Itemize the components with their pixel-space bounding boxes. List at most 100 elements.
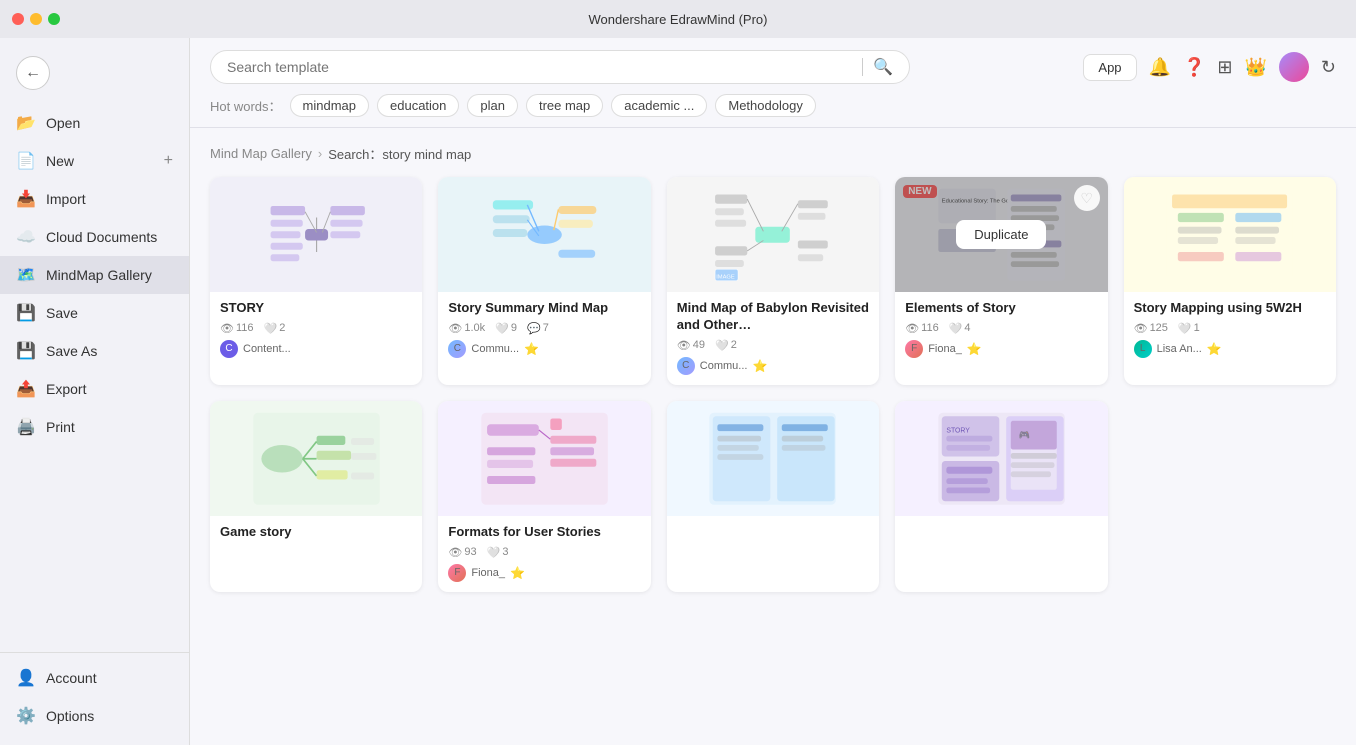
close-btn[interactable] <box>12 13 24 25</box>
author-avatar-5w2h: L <box>1134 340 1152 358</box>
author-avatar-elements: F <box>905 340 923 358</box>
sidebar-label-cloud: Cloud Documents <box>46 229 173 245</box>
sidebar-label-print: Print <box>46 419 173 435</box>
sidebar-item-cloud[interactable]: ☁️ Cloud Documents <box>0 218 189 256</box>
author-name-formats: Fiona_ <box>471 567 505 579</box>
sidebar-label-mindmap-gallery: MindMap Gallery <box>46 267 173 283</box>
sidebar-item-import[interactable]: 📥 Import <box>0 180 189 218</box>
hot-tag-treemap[interactable]: tree map <box>526 94 603 117</box>
card-title-game: Game story <box>220 524 412 541</box>
sidebar-item-print[interactable]: 🖨️ Print <box>0 408 189 446</box>
user-avatar[interactable] <box>1279 52 1309 82</box>
stat-views-story: 👁 116 <box>220 322 254 335</box>
maximize-btn[interactable] <box>48 13 60 25</box>
save-as-icon: 💾 <box>16 341 36 361</box>
formats-thumb-svg <box>449 407 640 511</box>
header-right: App 🔔 ❓ ⊞ 👑 ↻ <box>1083 52 1336 82</box>
content-area: Mind Map Gallery › Search：story mind map <box>190 128 1356 745</box>
author-name-5w2h: Lisa An... <box>1157 343 1202 355</box>
print-icon: 🖨️ <box>16 417 36 437</box>
sidebar-item-export[interactable]: 📤 Export <box>0 370 189 408</box>
card-author-summary: C Commu... ⭐ <box>448 340 640 358</box>
grid-icon[interactable]: ⊞ <box>1217 57 1232 78</box>
sidebar-item-mindmap-gallery[interactable]: 🗺️ MindMap Gallery <box>0 256 189 294</box>
sidebar-item-open[interactable]: 📂 Open <box>0 104 189 142</box>
card-story-summary[interactable]: Story Summary Mind Map 👁 1.0k 🤍 9 💬 7 C … <box>438 177 650 385</box>
search-icon[interactable]: 🔍 <box>873 57 893 77</box>
card-info-formats: Formats for User Stories 👁 93 🤍 3 F Fion… <box>438 516 650 592</box>
search-input[interactable] <box>227 59 852 75</box>
card-thumb-game <box>210 401 422 516</box>
hot-tag-education[interactable]: education <box>377 94 459 117</box>
sidebar-top: ← <box>0 48 189 98</box>
card-stats-formats: 👁 93 🤍 3 <box>448 546 640 559</box>
card-5w2h[interactable]: Story Mapping using 5W2H 👁 125 🤍 1 L Lis… <box>1124 177 1336 385</box>
summary-thumb-svg <box>449 183 640 287</box>
card-stats-5w2h: 👁 125 🤍 1 <box>1134 322 1326 335</box>
babylon-thumb-svg: IMAGE <box>677 183 868 287</box>
card-stats-elements: 👁 116 🤍 4 <box>905 322 1097 335</box>
search-bar: 🔍 <box>210 50 910 84</box>
author-name-summary: Commu... <box>471 343 519 355</box>
author-name-elements: Fiona_ <box>928 343 962 355</box>
sidebar-item-save[interactable]: 💾 Save <box>0 294 189 332</box>
sidebar-label-new: New <box>46 153 154 169</box>
svg-text:STORY: STORY <box>946 427 970 434</box>
stat-views-elements: 👁 116 <box>905 322 939 335</box>
card-title-formats: Formats for User Stories <box>448 524 640 541</box>
card-story[interactable]: STORY 👁 116 🤍 2 C Content... <box>210 177 422 385</box>
card-formats[interactable]: Formats for User Stories 👁 93 🤍 3 F Fion… <box>438 401 650 592</box>
hot-tag-academic[interactable]: academic ... <box>611 94 707 117</box>
card-col2[interactable] <box>667 401 879 592</box>
card-stats-babylon: 👁 49 🤍 2 <box>677 339 869 352</box>
card-title-story: STORY <box>220 300 412 317</box>
col3-thumb-svg: STORY 🎮 <box>906 407 1097 511</box>
card-game-story[interactable]: Game story <box>210 401 422 592</box>
hot-tag-mindmap[interactable]: mindmap <box>290 94 369 117</box>
stat-likes-story: 🤍 2 <box>264 322 286 335</box>
card-col3[interactable]: STORY 🎮 <box>895 401 1107 592</box>
account-icon: 👤 <box>16 668 36 688</box>
author-name-story: Content... <box>243 343 291 355</box>
card-elements[interactable]: NEW Educational Story: The Golden Keys <box>895 177 1107 385</box>
sidebar-item-account[interactable]: 👤 Account <box>0 659 189 697</box>
sidebar-item-options[interactable]: ⚙️ Options <box>0 697 189 735</box>
author-avatar-story: C <box>220 340 238 358</box>
card-title-summary: Story Summary Mind Map <box>448 300 640 317</box>
mindmap-gallery-icon: 🗺️ <box>16 265 36 285</box>
refresh-icon[interactable]: ↻ <box>1321 57 1336 78</box>
hot-tag-methodology[interactable]: Methodology <box>715 94 815 117</box>
sidebar-item-new[interactable]: 📄 New + <box>0 142 189 180</box>
duplicate-button[interactable]: Duplicate <box>956 220 1046 249</box>
gold-badge-summary: ⭐ <box>524 342 539 356</box>
sidebar-label-open: Open <box>46 115 173 131</box>
gold-badge-babylon: ⭐ <box>752 359 767 373</box>
sidebar-label-save: Save <box>46 305 173 321</box>
crown-icon[interactable]: 👑 <box>1244 57 1266 78</box>
breadcrumb-root[interactable]: Mind Map Gallery <box>210 146 312 161</box>
sidebar-label-account: Account <box>46 670 173 686</box>
help-icon[interactable]: ❓ <box>1183 57 1205 78</box>
sidebar-item-save-as[interactable]: 💾 Save As <box>0 332 189 370</box>
minimize-btn[interactable] <box>30 13 42 25</box>
options-icon: ⚙️ <box>16 706 36 726</box>
card-info-babylon: Mind Map of Babylon Revisited and Other…… <box>667 292 879 385</box>
back-button[interactable]: ← <box>16 56 50 90</box>
stat-likes-5w2h: 🤍 1 <box>1178 322 1200 335</box>
card-author-story: C Content... <box>220 340 412 358</box>
search-separator <box>862 58 863 76</box>
stat-views-formats: 👁 93 <box>448 546 476 559</box>
card-info-story: STORY 👁 116 🤍 2 C Content... <box>210 292 422 368</box>
app-button[interactable]: App <box>1083 54 1136 81</box>
card-info-col2 <box>667 516 879 534</box>
5w2h-thumb-svg <box>1134 183 1325 287</box>
stat-likes-summary: 🤍 9 <box>495 322 517 335</box>
hot-tag-plan[interactable]: plan <box>467 94 518 117</box>
notification-icon[interactable]: 🔔 <box>1149 57 1171 78</box>
app-title: Wondershare EdrawMind (Pro) <box>589 12 768 27</box>
card-babylon[interactable]: IMAGE Mind Map of Babylon Revisited and … <box>667 177 879 385</box>
new-plus-icon[interactable]: + <box>164 152 173 170</box>
heart-button-elements[interactable]: ♡ <box>1074 185 1100 211</box>
gold-badge-formats: ⭐ <box>510 566 525 580</box>
card-info-elements: Elements of Story 👁 116 🤍 4 F Fiona_ ⭐ <box>895 292 1107 368</box>
